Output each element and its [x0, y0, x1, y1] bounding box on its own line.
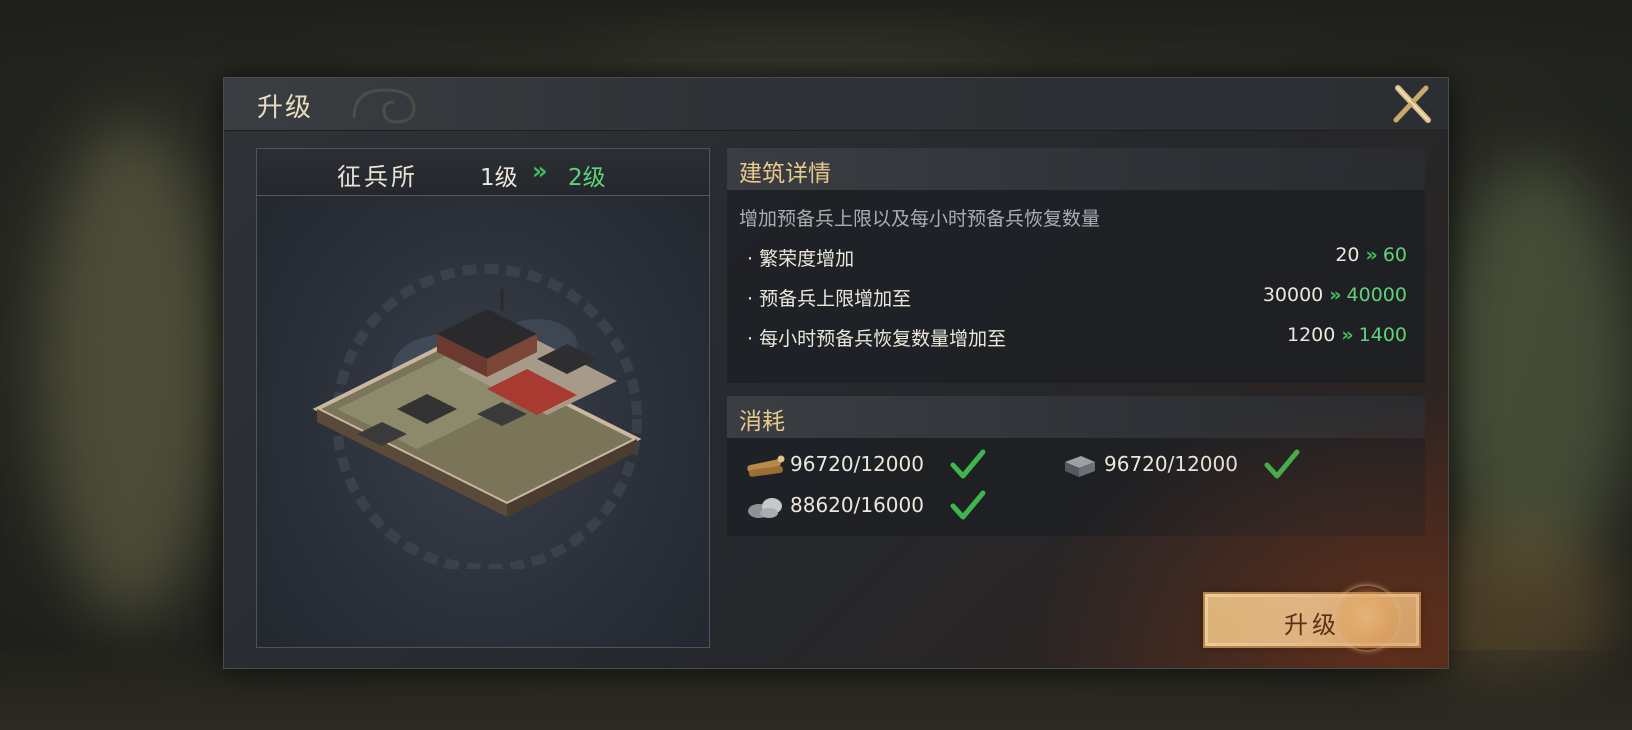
stat-label: · 每小时预备兵恢复数量增加至	[747, 328, 1007, 350]
stat-label: · 预备兵上限增加至	[747, 288, 912, 310]
stat-values: 30000» 40000	[1263, 284, 1407, 306]
stat-to: 1400	[1358, 324, 1407, 346]
resource-amount: 96720/12000	[790, 452, 924, 476]
check-icon	[950, 449, 986, 479]
details-header: 建筑详情	[727, 148, 1425, 190]
stat-from: 1200	[1287, 324, 1336, 346]
building-name: 征兵所	[337, 163, 418, 191]
iron-icon	[1065, 456, 1095, 477]
stat-from: 20	[1335, 244, 1360, 266]
top-resource-bar	[0, 0, 1632, 58]
stat-label: · 繁荣度增加	[747, 248, 855, 270]
stat-arrow-icon: »	[1341, 324, 1353, 346]
stat-values: 1200» 1400	[1287, 324, 1407, 346]
stat-row: · 每小时预备兵恢复数量增加至 1200» 1400	[727, 320, 1425, 356]
cost-title: 消耗	[739, 409, 785, 435]
next-level: 2级	[568, 165, 606, 191]
stat-to: 60	[1382, 244, 1407, 266]
close-button[interactable]	[1392, 84, 1432, 124]
building-level-header: 征兵所 1级 » 2级	[257, 149, 709, 196]
upgrade-button-label: 升级	[1284, 611, 1340, 639]
upgrade-dialog: 升级 征兵所 1级 » 2级 建筑详情 增加预备兵上限以及每小时预备兵恢复数量 …	[223, 77, 1449, 669]
close-icon	[1393, 85, 1431, 123]
dialog-title-bar: 升级	[224, 78, 1448, 131]
stat-arrow-icon: »	[1365, 244, 1378, 266]
building-illustration	[312, 264, 642, 569]
stone-icon	[748, 498, 782, 518]
stat-from: 30000	[1262, 284, 1324, 306]
resource-amount: 88620/16000	[790, 493, 924, 517]
title-ornament	[352, 88, 416, 124]
stat-values: 20» 60	[1335, 244, 1407, 266]
resource-wood: 96720/12000	[745, 448, 1005, 484]
upgrade-button[interactable]: 升级	[1203, 586, 1421, 650]
check-icon	[950, 490, 986, 520]
resource-stone: 88620/16000	[745, 489, 1005, 525]
building-details-panel: 建筑详情 增加预备兵上限以及每小时预备兵恢复数量 · 繁荣度增加 20» 60 ·…	[727, 148, 1425, 383]
stat-to: 40000	[1346, 284, 1407, 306]
stat-row: · 预备兵上限增加至 30000» 40000	[727, 280, 1425, 316]
wood-icon	[747, 455, 785, 477]
details-description: 增加预备兵上限以及每小时预备兵恢复数量	[739, 208, 1101, 230]
stat-arrow-icon: »	[1329, 284, 1341, 306]
cost-header: 消耗	[727, 396, 1425, 438]
dialog-title: 升级	[257, 93, 314, 123]
details-title: 建筑详情	[739, 161, 831, 187]
cost-panel: 消耗 96720/12000 96720/12000 88620/16000	[727, 396, 1425, 536]
stat-row: · 繁荣度增加 20» 60	[727, 240, 1425, 276]
level-arrow-icon: »	[532, 157, 547, 185]
building-preview-panel: 征兵所 1级 » 2级	[256, 148, 710, 648]
current-level: 1级	[480, 165, 518, 191]
resource-amount: 96720/12000	[1104, 452, 1238, 476]
resource-iron: 96720/12000	[1059, 448, 1319, 484]
check-icon	[1264, 449, 1300, 479]
